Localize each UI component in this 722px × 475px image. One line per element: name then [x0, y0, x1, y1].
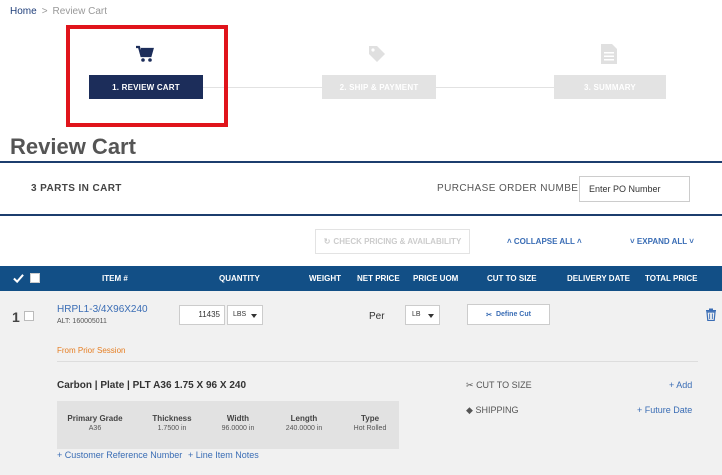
net-price: Per	[369, 311, 385, 322]
cut-to-size-text: CUT TO SIZE	[476, 380, 532, 390]
divider-bottom	[0, 214, 722, 216]
specs-panel: Primary Grade A36 Thickness 1.7500 in Wi…	[57, 401, 399, 449]
shipping-text: SHIPPING	[475, 405, 519, 415]
cut-to-size-label: ✂ CUT TO SIZE	[466, 380, 532, 391]
customer-reference-link[interactable]: + Customer Reference Number	[57, 450, 182, 460]
chevron-up-icon: ˄	[577, 237, 582, 246]
spec-width: Width 96.0000 in	[211, 414, 265, 432]
document-icon	[597, 43, 621, 65]
row-number: 1	[12, 309, 20, 325]
price-uom-value: LB	[412, 311, 421, 318]
product-description: Carbon | Plate | PLT A36 1.75 X 96 X 240	[57, 380, 247, 391]
header-cut-to-size: CUT TO SIZE	[487, 274, 537, 283]
spec-label: Thickness	[152, 414, 192, 423]
divider-top	[0, 161, 722, 163]
breadcrumb: Home > Review Cart	[10, 6, 107, 17]
line-item-notes-link[interactable]: + Line Item Notes	[188, 450, 259, 460]
chevron-down-icon: ˅	[689, 237, 694, 246]
row-checkbox[interactable]	[24, 311, 34, 321]
header-total-price: TOTAL PRICE	[645, 274, 698, 283]
scissors-icon: ✂	[466, 380, 474, 390]
breadcrumb-home-link[interactable]: Home	[10, 6, 37, 17]
quantity-uom-select[interactable]: LBS	[227, 305, 263, 325]
collapse-all-link[interactable]: ˄ COLLAPSE ALL ˄	[507, 237, 582, 246]
scissors-icon: ✂	[486, 311, 492, 319]
header-net-price: NET PRICE	[357, 274, 400, 283]
spec-value: 96.0000 in	[221, 425, 255, 432]
checkmark-icon[interactable]	[13, 273, 24, 284]
page-title: Review Cart	[10, 134, 136, 159]
check-pricing-button[interactable]: ↻ CHECK PRICING & AVAILABILITY	[315, 229, 470, 254]
tag-icon	[365, 43, 389, 65]
row-divider	[57, 361, 698, 362]
tag-icon: ◆	[466, 405, 473, 415]
spec-thickness: Thickness 1.7500 in	[145, 414, 199, 432]
header-price-uom: PRICE UOM	[413, 274, 459, 283]
step-summary[interactable]: 3. SUMMARY	[554, 75, 666, 99]
spec-value: 1.7500 in	[157, 425, 187, 432]
quantity-uom-value: LBS	[233, 311, 247, 318]
session-note: From Prior Session	[57, 346, 126, 355]
breadcrumb-current: Review Cart	[52, 6, 107, 17]
spec-value: Hot Rolled	[353, 425, 387, 432]
define-cut-label: Define Cut	[495, 311, 531, 318]
spec-label: Length	[290, 414, 318, 423]
future-date-link[interactable]: + Future Date	[637, 405, 692, 415]
po-label: PURCHASE ORDER NUMBER	[437, 183, 586, 194]
spec-label: Width	[226, 414, 250, 423]
shipping-label: ◆ SHIPPING	[466, 405, 518, 416]
check-pricing-label: CHECK PRICING & AVAILABILITY	[333, 237, 462, 246]
step-ship-payment[interactable]: 2. SHIP & PAYMENT	[322, 75, 436, 99]
header-delivery-date: DELIVERY DATE	[567, 274, 630, 283]
header-item: ITEM #	[102, 274, 128, 283]
spec-type: Type Hot Rolled	[343, 414, 397, 432]
add-cut-link[interactable]: + Add	[669, 380, 692, 390]
po-number-input[interactable]	[579, 176, 690, 202]
expand-all-label: EXPAND ALL	[636, 237, 687, 246]
parts-count: 3 PARTS IN CART	[31, 183, 122, 194]
spec-value: 240.0000 in	[285, 425, 323, 432]
chevron-down-icon: ˅	[630, 237, 635, 246]
expand-all-link[interactable]: ˅ EXPAND ALL ˅	[630, 237, 694, 246]
quantity-input[interactable]: 11435	[179, 305, 225, 325]
highlight-annotation-box	[66, 25, 228, 127]
price-uom-select[interactable]: LB	[405, 305, 440, 325]
spec-label: Primary Grade	[67, 414, 123, 423]
header-weight: WEIGHT	[309, 274, 341, 283]
spec-length: Length 240.0000 in	[277, 414, 331, 432]
spec-value: A36	[88, 425, 102, 432]
spec-primary-grade: Primary Grade A36	[65, 414, 125, 432]
table-header: ITEM # QUANTITY WEIGHT NET PRICE PRICE U…	[0, 266, 722, 291]
caret-down-icon	[251, 314, 257, 318]
collapse-all-label: COLLAPSE ALL	[513, 237, 575, 246]
breadcrumb-separator: >	[41, 6, 48, 17]
header-quantity: QUANTITY	[219, 274, 260, 283]
part-number-link[interactable]: HRPL1-3/4X96X240	[57, 304, 148, 315]
alt-number: ALT: 160005011	[57, 318, 107, 325]
trash-icon[interactable]	[705, 308, 717, 321]
define-cut-button[interactable]: ✂ Define Cut	[467, 304, 550, 325]
caret-down-icon	[428, 314, 434, 318]
select-all-checkbox[interactable]	[30, 273, 40, 283]
refresh-icon: ↻	[323, 237, 331, 246]
chevron-up-icon: ˄	[507, 237, 512, 246]
spec-label: Type	[360, 414, 380, 423]
